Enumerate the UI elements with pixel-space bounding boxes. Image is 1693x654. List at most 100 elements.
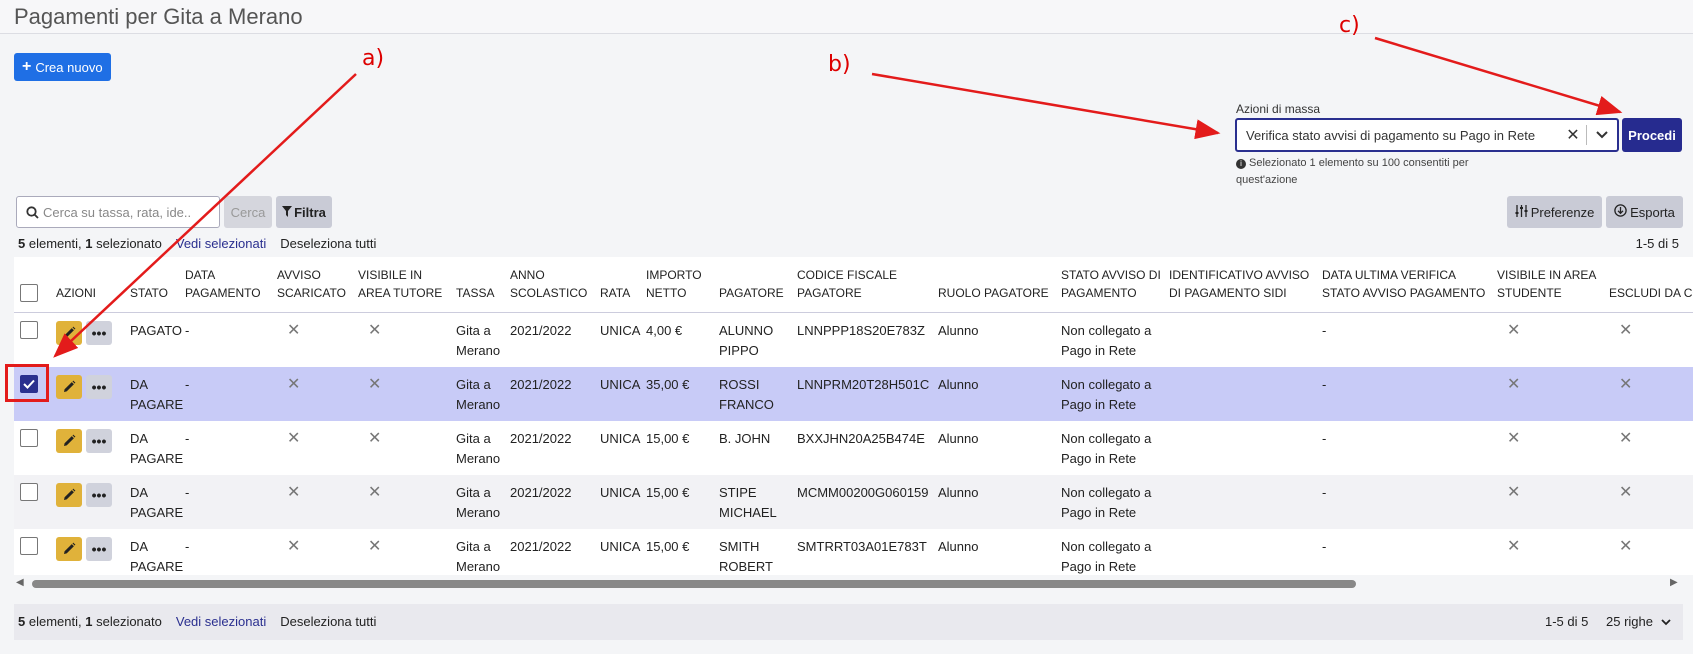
x-mark-icon: ✕ (287, 483, 301, 501)
header-data-pagamento[interactable]: DATA PAGAMENTO (181, 257, 273, 313)
search-input[interactable] (43, 204, 213, 220)
header-visibile-tutore[interactable]: VISIBILE IN AREA TUTORE (354, 257, 452, 313)
x-mark-icon: ✕ (368, 321, 382, 339)
pencil-icon (64, 326, 76, 338)
mass-actions-label: Azioni di massa (1236, 102, 1321, 116)
more-options-button[interactable]: ••• (86, 482, 112, 507)
header-select-all[interactable] (14, 257, 52, 313)
table-row[interactable]: ••• DA PAGARE - ✕ ✕ Gita a Merano 2021/2022 UNI… (14, 366, 1693, 421)
clear-icon[interactable]: ✕ (1560, 125, 1586, 145)
more-options-button[interactable]: ••• (86, 374, 112, 399)
deselect-all-link[interactable]: Deseleziona tutti (280, 236, 376, 251)
edit-button[interactable] (56, 374, 82, 399)
deselect-all-link-bottom[interactable]: Deseleziona tutti (280, 614, 376, 629)
search-box[interactable] (16, 196, 220, 228)
cell-rata: UNICA (600, 376, 641, 392)
cell-stato: DA PAGARE (130, 430, 184, 466)
x-mark-icon: ✕ (1507, 375, 1521, 393)
header-visibile-studente[interactable]: VISIBILE IN AREA STUDENTE (1493, 257, 1605, 313)
cell-ruolo: Alunno (938, 538, 979, 554)
more-options-button[interactable]: ••• (86, 536, 112, 561)
x-mark-icon: ✕ (1619, 375, 1633, 393)
summary-count-bottom: 5 elementi, 1 selezionato (18, 614, 162, 629)
cell-id-sidi (1165, 312, 1318, 367)
procedi-button[interactable]: Procedi (1622, 118, 1682, 152)
table-header-row: AZIONI STATO DATA PAGAMENTO AVVISO SCARI… (14, 257, 1693, 313)
header-data-verifica[interactable]: DATA ULTIMA VERIFICA STATO AVVISO PAGAME… (1318, 257, 1493, 313)
cell-stato-avviso: Non collegato a Pago in Rete (1061, 322, 1152, 358)
ellipsis-icon: ••• (91, 324, 107, 341)
edit-button[interactable] (56, 320, 82, 345)
cell-stato-avviso: Non collegato a Pago in Rete (1061, 484, 1152, 520)
chevron-down-icon[interactable] (1587, 131, 1617, 139)
cell-data-pagamento: - (185, 322, 190, 338)
scroll-right-icon[interactable]: ▶ (1670, 577, 1678, 588)
ellipsis-icon: ••• (91, 540, 107, 557)
rows-per-page-select[interactable]: 25 righe (1606, 614, 1671, 629)
table-body: ••• PAGATO - ✕ ✕ Gita a Merano 2021/2022 UNICA 4… (14, 312, 1693, 575)
header-pagatore[interactable]: PAGATORE (715, 257, 793, 313)
annotation-arrow-b (871, 72, 1221, 140)
header-rata[interactable]: RATA (596, 257, 642, 313)
horizontal-scrollbar[interactable]: ◀ ▶ (14, 577, 1693, 589)
ellipsis-icon: ••• (91, 486, 107, 503)
scroll-left-icon[interactable]: ◀ (16, 577, 24, 588)
header-codice-fiscale[interactable]: CODICE FISCALE PAGATORE (793, 257, 934, 313)
scrollbar-thumb[interactable] (32, 580, 1356, 588)
ellipsis-icon: ••• (91, 378, 107, 395)
row-checkbox[interactable] (20, 428, 38, 447)
select-all-checkbox[interactable] (20, 283, 38, 302)
view-selected-link-bottom[interactable]: Vedi selezionati (176, 614, 266, 629)
filtra-button[interactable]: Filtra (276, 196, 332, 228)
table-row[interactable]: ••• DA PAGARE - ✕ ✕ Gita a Merano 2021/2022 UNI… (14, 420, 1693, 475)
edit-button[interactable] (56, 482, 82, 507)
x-mark-icon: ✕ (1619, 483, 1633, 501)
row-select-cell[interactable] (14, 312, 52, 367)
filter-icon (282, 205, 293, 220)
esporta-button[interactable]: Esporta (1606, 196, 1683, 228)
cell-pagatore: ROSSI FRANCO (719, 376, 774, 412)
cerca-button[interactable]: Cerca (224, 196, 272, 228)
annotation-highlight-box (5, 364, 49, 402)
row-select-cell[interactable] (14, 421, 52, 475)
row-select-cell[interactable] (14, 529, 52, 576)
header-importo[interactable]: IMPORTO NETTO (642, 257, 715, 313)
view-selected-link[interactable]: Vedi selezionati (176, 236, 266, 251)
mass-actions-select[interactable]: Verifica stato avvisi di pagamento su Pa… (1235, 118, 1619, 152)
row-actions: ••• (52, 421, 126, 475)
cell-importo: 15,00 € (646, 538, 690, 554)
row-checkbox[interactable] (20, 320, 38, 339)
row-actions: ••• (52, 367, 126, 421)
header-escludi[interactable]: ESCLUDI DA COMUNICAZ (1605, 257, 1693, 313)
more-options-button[interactable]: ••• (86, 428, 112, 453)
table-row[interactable]: ••• DA PAGARE - ✕ ✕ Gita a Merano 2021/2022 UNI… (14, 474, 1693, 529)
x-mark-icon: ✕ (1507, 537, 1521, 555)
x-mark-icon: ✕ (368, 375, 382, 393)
cell-data-pagamento: - (185, 538, 190, 554)
table-row[interactable]: ••• DA PAGARE - ✕ ✕ Gita a Merano 2021/2022 UNI… (14, 528, 1693, 576)
header-ruolo[interactable]: RUOLO PAGATORE (934, 257, 1057, 313)
edit-button[interactable] (56, 536, 82, 561)
row-actions: ••• (52, 529, 126, 576)
header-stato[interactable]: STATO (126, 257, 181, 313)
cell-tassa: Gita a Merano (456, 376, 501, 412)
header-stato-avviso[interactable]: STATO AVVISO DI PAGAMENTO (1057, 257, 1165, 313)
cell-stato: DA PAGARE (130, 538, 184, 574)
x-mark-icon: ✕ (287, 321, 301, 339)
x-mark-icon: ✕ (1507, 483, 1521, 501)
header-anno[interactable]: ANNO SCOLASTICO (506, 257, 596, 313)
rows-per-page-value: 25 righe (1606, 614, 1653, 629)
cell-stato: PAGATO (130, 322, 183, 338)
edit-button[interactable] (56, 428, 82, 453)
header-id-sidi[interactable]: IDENTIFICATIVO AVVISO DI PAGAMENTO SIDI (1165, 257, 1318, 313)
cell-anno: 2021/2022 (510, 376, 572, 392)
preferenze-button[interactable]: Preferenze (1507, 196, 1602, 228)
header-tassa[interactable]: TASSA (452, 257, 506, 313)
create-new-button[interactable]: + Crea nuovo (14, 53, 111, 81)
more-options-button[interactable]: ••• (86, 320, 112, 345)
row-checkbox[interactable] (20, 482, 38, 501)
header-avviso-scaricato[interactable]: AVVISO SCARICATO (273, 257, 354, 313)
table-row[interactable]: ••• PAGATO - ✕ ✕ Gita a Merano 2021/2022 UNICA 4… (14, 312, 1693, 367)
row-checkbox[interactable] (20, 536, 38, 555)
row-select-cell[interactable] (14, 475, 52, 529)
